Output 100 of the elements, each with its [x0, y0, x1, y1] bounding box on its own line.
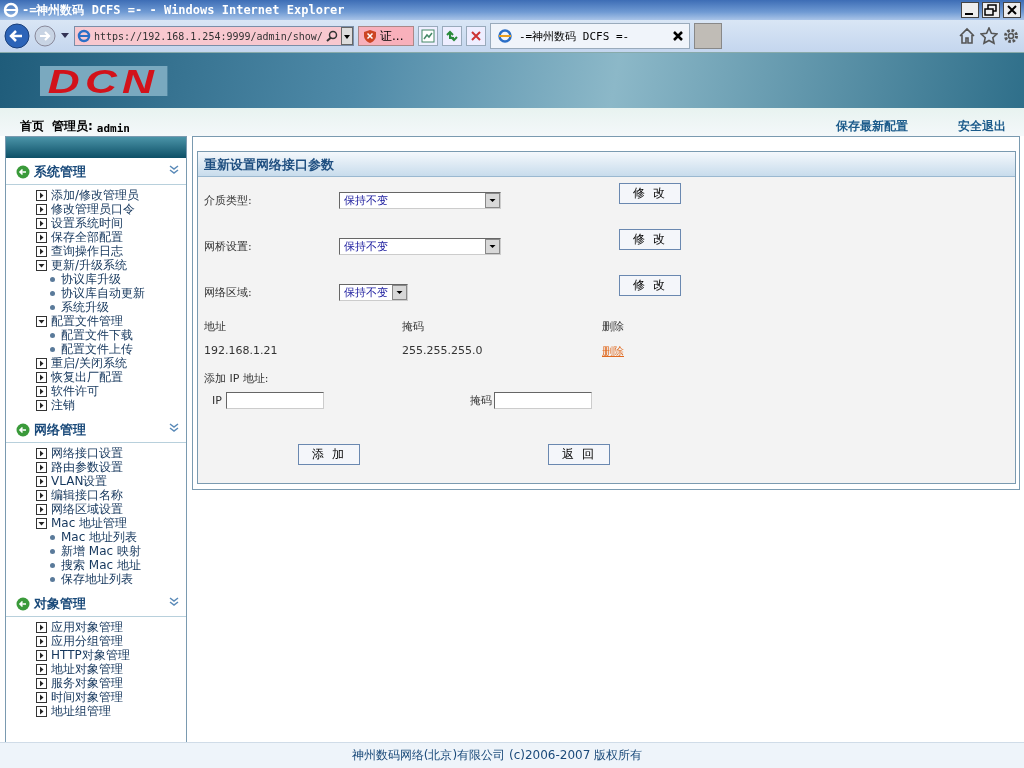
caret-icon[interactable]	[60, 32, 70, 40]
expand-box-icon[interactable]	[36, 231, 47, 243]
sidebar-item[interactable]: 更新/升级系统	[51, 258, 128, 272]
header-link[interactable]: 保存最新配置	[836, 118, 908, 135]
sidebar-item[interactable]: 配置文件管理	[51, 314, 123, 328]
expand-box-icon[interactable]	[36, 503, 47, 515]
expand-box-icon[interactable]	[36, 489, 47, 501]
dropdown[interactable]: 保持不变	[339, 191, 501, 209]
expand-box-icon[interactable]	[36, 705, 47, 717]
sidebar-item[interactable]: HTTP对象管理	[51, 648, 130, 662]
expand-box-icon[interactable]	[36, 217, 47, 229]
sidebar-item[interactable]: 设置系统时间	[51, 216, 123, 230]
sidebar-subitem[interactable]: 搜索 Mac 地址	[61, 558, 141, 572]
arrow-circle-icon	[16, 165, 30, 179]
input-field[interactable]	[494, 392, 592, 409]
expand-box-icon[interactable]	[36, 663, 47, 675]
sidebar-item[interactable]: 时间对象管理	[51, 690, 123, 704]
sidebar-subitem[interactable]: 协议库自动更新	[61, 286, 145, 300]
expand-box-icon[interactable]	[36, 649, 47, 661]
close-icon[interactable]	[1003, 2, 1021, 18]
logo: DCN	[40, 65, 167, 96]
input-field[interactable]	[225, 392, 324, 409]
copyright-text: 神州数码网络(北京)有限公司 (c)2006-2007 版权所有	[351, 747, 643, 764]
sidebar-subitem[interactable]: 保存地址列表	[61, 572, 133, 586]
sidebar-item[interactable]: 添加/修改管理员	[51, 188, 140, 202]
sidebar-item[interactable]: Mac 地址管理	[51, 516, 128, 530]
modify-button[interactable]: 修 改	[619, 183, 681, 204]
sidebar-item[interactable]: 软件许可	[51, 384, 99, 398]
expand-box-icon[interactable]	[36, 635, 47, 647]
compatibility-button[interactable]	[418, 26, 438, 46]
back-icon[interactable]	[4, 23, 30, 49]
sidebar-subitem[interactable]: 协议库升级	[61, 272, 121, 286]
modify-button[interactable]: 修 改	[619, 275, 681, 296]
expand-box-icon[interactable]	[36, 357, 47, 369]
dropdown[interactable]: 保持不变	[339, 237, 501, 255]
star-icon[interactable]	[980, 27, 998, 45]
close-icon[interactable]	[673, 31, 683, 41]
collapse-box-icon[interactable]	[36, 259, 47, 271]
sidebar-item[interactable]: 地址组管理	[51, 704, 111, 718]
restore-icon[interactable]	[982, 2, 1000, 18]
sidebar-item[interactable]: 保存全部配置	[51, 230, 123, 244]
expand-box-icon[interactable]	[36, 399, 47, 411]
settings-icon[interactable]	[1002, 27, 1020, 45]
sidebar-item[interactable]: 路由参数设置	[51, 460, 123, 474]
expand-box-icon[interactable]	[36, 691, 47, 703]
sidebar-subitem[interactable]: 系统升级	[61, 300, 109, 314]
expand-box-icon[interactable]	[36, 677, 47, 689]
sidebar-item[interactable]: 地址对象管理	[51, 662, 123, 676]
add-button[interactable]: 添 加	[298, 444, 360, 465]
sidebar-item[interactable]: 注销	[51, 398, 75, 412]
sidebar-subitem[interactable]: 配置文件下载	[61, 328, 133, 342]
home-icon[interactable]	[958, 27, 976, 45]
sidebar-subitem[interactable]: 新增 Mac 映射	[61, 544, 141, 558]
sidebar-subitem[interactable]: 配置文件上传	[61, 342, 133, 356]
expand-box-icon[interactable]	[36, 189, 47, 201]
expand-box-icon[interactable]	[36, 475, 47, 487]
field-label: 网络区域:	[204, 284, 253, 300]
sidebar-item[interactable]: 应用对象管理	[51, 620, 123, 634]
sidebar-section-header[interactable]: 网络管理	[6, 418, 186, 443]
expand-box-icon[interactable]	[36, 621, 47, 633]
double-chevron-icon[interactable]	[168, 596, 180, 608]
collapse-box-icon[interactable]	[36, 517, 47, 529]
expand-box-icon[interactable]	[36, 385, 47, 397]
sidebar-item[interactable]: 应用分组管理	[51, 634, 123, 648]
browser-tab[interactable]: -=神州数码 DCFS =-	[490, 23, 690, 49]
field-label: 掩码	[470, 393, 492, 408]
sidebar-item[interactable]: VLAN设置	[51, 474, 108, 488]
double-chevron-icon[interactable]	[168, 422, 180, 434]
sidebar-item[interactable]: 重启/关闭系统	[51, 356, 128, 370]
sidebar-subitem[interactable]: Mac 地址列表	[61, 530, 138, 544]
bullet-icon	[50, 346, 55, 352]
minimize-icon[interactable]	[961, 2, 979, 18]
stop-button[interactable]	[466, 26, 486, 46]
home-link[interactable]: 首页	[20, 118, 44, 135]
expand-box-icon[interactable]	[36, 245, 47, 257]
sidebar-item[interactable]: 查询操作日志	[51, 244, 123, 258]
sidebar-item[interactable]: 服务对象管理	[51, 676, 123, 690]
expand-box-icon[interactable]	[36, 203, 47, 215]
collapse-box-icon[interactable]	[36, 315, 47, 327]
sidebar-item[interactable]: 网络接口设置	[51, 446, 123, 460]
certificate-error-button[interactable]: 证...	[358, 26, 414, 46]
expand-box-icon[interactable]	[36, 447, 47, 459]
back-button[interactable]: 返 回	[548, 444, 610, 465]
sidebar-item[interactable]: 恢复出厂配置	[51, 370, 123, 384]
window-title: -=神州数码 DCFS =- - Windows Internet Explorer	[22, 1, 346, 19]
field-label: 网桥设置:	[204, 238, 253, 254]
refresh-button[interactable]	[442, 26, 462, 46]
sidebar-section-header[interactable]: 系统管理	[6, 160, 186, 185]
sidebar-item[interactable]: 网络区域设置	[51, 502, 123, 516]
expand-box-icon[interactable]	[36, 371, 47, 383]
sidebar-item[interactable]: 修改管理员口令	[51, 202, 135, 216]
double-chevron-icon[interactable]	[168, 164, 180, 176]
address-field[interactable]: https://192.168.1.254:9999/admin/show/	[74, 26, 354, 46]
sidebar-section-header[interactable]: 对象管理	[6, 592, 186, 617]
sidebar-item[interactable]: 编辑接口名称	[51, 488, 123, 502]
header-link[interactable]: 安全退出	[958, 118, 1006, 135]
expand-box-icon[interactable]	[36, 461, 47, 473]
column-header: 掩码	[402, 319, 425, 334]
dropdown[interactable]: 保持不变	[339, 283, 408, 301]
modify-button[interactable]: 修 改	[619, 229, 681, 250]
